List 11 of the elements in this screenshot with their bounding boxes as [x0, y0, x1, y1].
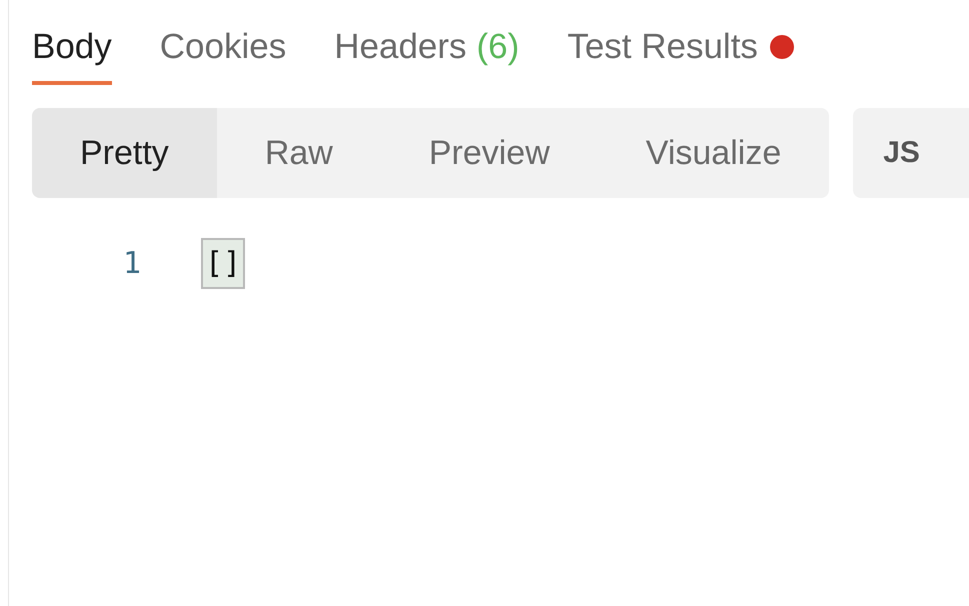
line-number: 1	[122, 246, 141, 281]
view-mode-option[interactable]: Preview	[380, 108, 598, 198]
code-text: []	[201, 238, 246, 289]
view-mode-option[interactable]: Raw	[216, 108, 381, 198]
response-tab[interactable]: Headers (6)	[334, 27, 520, 85]
response-tab[interactable]: Body	[32, 27, 112, 85]
view-mode-option[interactable]: Visualize	[598, 108, 830, 198]
response-tab[interactable]: Cookies	[160, 27, 286, 85]
response-tab[interactable]: Test Results	[567, 27, 794, 85]
view-mode-option[interactable]: Pretty	[32, 108, 217, 198]
format-dropdown[interactable]: JS	[853, 108, 969, 198]
